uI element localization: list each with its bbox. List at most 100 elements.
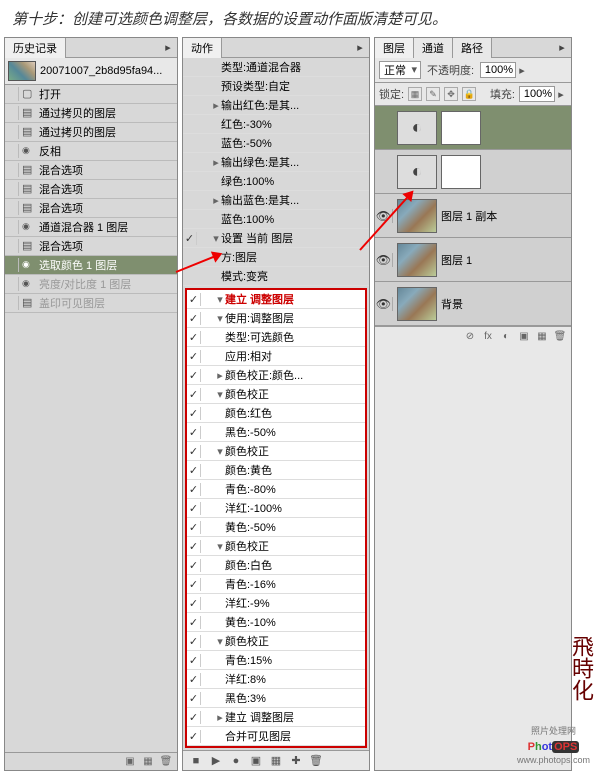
- history-item[interactable]: 混合选项: [5, 237, 177, 256]
- layers-lock-row: 锁定: ▦ ✎ ✥ 🔒 填充: ▸: [375, 83, 571, 106]
- history-item[interactable]: 混合选项: [5, 180, 177, 199]
- layer-mask[interactable]: [441, 155, 481, 189]
- layers-foot-button[interactable]: ⊘: [463, 330, 477, 344]
- history-item[interactable]: 亮度/对比度 1 图层: [5, 275, 177, 294]
- action-item[interactable]: ▸输出红色:是其...: [183, 96, 369, 115]
- layers-foot-button[interactable]: ▦: [535, 330, 549, 344]
- actions-foot-button[interactable]: ●: [229, 754, 243, 768]
- action-item[interactable]: 模式:变亮: [183, 267, 369, 286]
- action-item[interactable]: ✓青色:-16%: [187, 575, 365, 594]
- action-item[interactable]: ▸输出绿色:是其...: [183, 153, 369, 172]
- actions-foot-button[interactable]: 🗑: [309, 754, 323, 768]
- history-item-label: 打开: [39, 86, 61, 102]
- tab-channels[interactable]: 通道: [414, 38, 453, 58]
- tab-history[interactable]: 历史记录: [5, 38, 66, 58]
- action-item[interactable]: ✓颜色:黄色: [187, 461, 365, 480]
- lock-pixels-icon[interactable]: ✎: [426, 87, 440, 101]
- action-item[interactable]: ✓洋红:-100%: [187, 499, 365, 518]
- action-item[interactable]: ✓洋红:-9%: [187, 594, 365, 613]
- layer-thumbnail[interactable]: [397, 155, 437, 189]
- action-item[interactable]: ✓青色:-80%: [187, 480, 365, 499]
- action-item[interactable]: ✓黑色:3%: [187, 689, 365, 708]
- action-item[interactable]: ✓黄色:-50%: [187, 518, 365, 537]
- action-item[interactable]: ✓▾设置 当前 图层: [183, 229, 369, 248]
- new-doc-icon[interactable]: ▦: [141, 755, 155, 769]
- layers-foot-button[interactable]: fx: [481, 330, 495, 344]
- layers-foot-button[interactable]: ▣: [517, 330, 531, 344]
- action-item[interactable]: ✓▾建立 调整图层: [187, 290, 365, 309]
- tab-paths[interactable]: 路径: [453, 38, 492, 58]
- action-item[interactable]: ✓应用:相对: [187, 347, 365, 366]
- action-item[interactable]: ✓▾颜色校正: [187, 632, 365, 651]
- layers-foot-button[interactable]: ◐: [499, 330, 513, 344]
- actions-foot-button[interactable]: ▣: [249, 754, 263, 768]
- opacity-dropdown-icon[interactable]: ▸: [516, 64, 528, 77]
- action-item[interactable]: ✓合并可见图层: [187, 727, 365, 746]
- fill-input[interactable]: [519, 86, 555, 102]
- action-item[interactable]: 类型:通道混合器: [183, 58, 369, 77]
- history-item[interactable]: 混合选项: [5, 199, 177, 218]
- action-item[interactable]: ✓▾颜色校正: [187, 442, 365, 461]
- history-item[interactable]: 通道混合器 1 图层: [5, 218, 177, 237]
- trash-icon[interactable]: 🗑: [159, 755, 173, 769]
- actions-foot-button[interactable]: ▶: [209, 754, 223, 768]
- action-item[interactable]: ✓青色:15%: [187, 651, 365, 670]
- layer-name[interactable]: 图层 1: [441, 252, 571, 268]
- action-item[interactable]: ▸输出蓝色:是其...: [183, 191, 369, 210]
- history-item[interactable]: 通过拷贝的图层: [5, 104, 177, 123]
- layer-row[interactable]: 👁 图层 1: [375, 238, 571, 282]
- layer-name[interactable]: 背景: [441, 296, 571, 312]
- history-list: 打开通过拷贝的图层通过拷贝的图层反相混合选项混合选项混合选项通道混合器 1 图层…: [5, 85, 177, 752]
- panel-menu-icon[interactable]: ▸: [161, 41, 175, 55]
- action-item[interactable]: ✓黄色:-10%: [187, 613, 365, 632]
- action-item[interactable]: 绿色:100%: [183, 172, 369, 191]
- layer-thumbnail[interactable]: [397, 287, 437, 321]
- tab-actions[interactable]: 动作: [183, 38, 222, 58]
- action-item[interactable]: ✓▸颜色校正:颜色...: [187, 366, 365, 385]
- lock-all-icon[interactable]: 🔒: [462, 87, 476, 101]
- history-item[interactable]: 选取颜色 1 图层: [5, 256, 177, 275]
- layer-thumbnail[interactable]: [397, 111, 437, 145]
- layer-thumbnail[interactable]: [397, 243, 437, 277]
- panel-menu-icon[interactable]: ▸: [555, 41, 569, 55]
- layer-mask[interactable]: [441, 111, 481, 145]
- action-item[interactable]: ✓▾颜色校正: [187, 537, 365, 556]
- actions-foot-button[interactable]: ▦: [269, 754, 283, 768]
- lock-position-icon[interactable]: ✥: [444, 87, 458, 101]
- action-item[interactable]: ✓颜色:红色: [187, 404, 365, 423]
- history-item[interactable]: 反相: [5, 142, 177, 161]
- action-item[interactable]: ✓▾使用:调整图层: [187, 309, 365, 328]
- layer-row[interactable]: [375, 150, 571, 194]
- history-item[interactable]: 通过拷贝的图层: [5, 123, 177, 142]
- action-item[interactable]: 蓝色:-50%: [183, 134, 369, 153]
- history-document-row[interactable]: 20071007_2b8d95fa94...: [5, 58, 177, 85]
- actions-header: 动作 ▸: [183, 38, 369, 58]
- action-item[interactable]: ✓▸建立 调整图层: [187, 708, 365, 727]
- blend-mode-select[interactable]: 正常: [379, 61, 421, 79]
- tab-layers[interactable]: 图层: [375, 38, 414, 58]
- layers-foot-button[interactable]: 🗑: [553, 330, 567, 344]
- action-item[interactable]: ✓▾颜色校正: [187, 385, 365, 404]
- layer-row[interactable]: 👁 背景: [375, 282, 571, 326]
- visibility-icon[interactable]: 👁: [375, 253, 393, 267]
- action-item[interactable]: ✓黑色:-50%: [187, 423, 365, 442]
- action-item[interactable]: ✓颜色:白色: [187, 556, 365, 575]
- opacity-input[interactable]: [480, 62, 516, 78]
- panel-menu-icon[interactable]: ▸: [353, 41, 367, 55]
- history-item[interactable]: 盖印可见图层: [5, 294, 177, 313]
- action-item[interactable]: ✓类型:可选颜色: [187, 328, 365, 347]
- lock-transparency-icon[interactable]: ▦: [408, 87, 422, 101]
- visibility-icon[interactable]: 👁: [375, 297, 393, 311]
- history-item[interactable]: 混合选项: [5, 161, 177, 180]
- action-item[interactable]: 预设类型:自定: [183, 77, 369, 96]
- action-item[interactable]: ✓洋红:8%: [187, 670, 365, 689]
- actions-foot-button[interactable]: ✚: [289, 754, 303, 768]
- actions-foot-button[interactable]: ■: [189, 754, 203, 768]
- new-snapshot-icon[interactable]: ▣: [123, 755, 137, 769]
- fill-dropdown-icon[interactable]: ▸: [555, 88, 567, 101]
- layer-name[interactable]: 图层 1 副本: [441, 208, 571, 224]
- action-item[interactable]: 红色:-30%: [183, 115, 369, 134]
- history-item[interactable]: 打开: [5, 85, 177, 104]
- action-item[interactable]: 蓝色:100%: [183, 210, 369, 229]
- layer-row[interactable]: [375, 106, 571, 150]
